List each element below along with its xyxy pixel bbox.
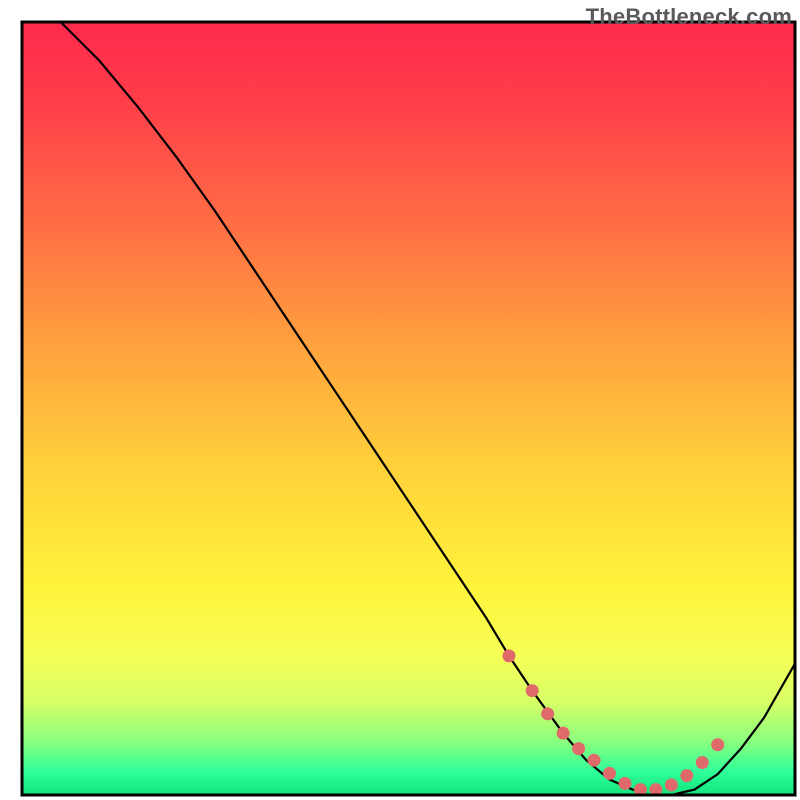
- plot-background: [22, 22, 795, 795]
- marker-dot: [680, 769, 693, 782]
- bottleneck-chart: [0, 0, 800, 800]
- marker-dot: [557, 727, 570, 740]
- marker-dot: [711, 738, 724, 751]
- watermark-text: TheBottleneck.com: [586, 4, 792, 30]
- marker-dot: [502, 649, 515, 662]
- marker-dot: [588, 754, 601, 767]
- marker-dot: [541, 707, 554, 720]
- marker-dot: [603, 767, 616, 780]
- chart-stage: TheBottleneck.com: [0, 0, 800, 800]
- marker-dot: [696, 756, 709, 769]
- marker-dot: [572, 742, 585, 755]
- marker-dot: [618, 777, 631, 790]
- marker-dot: [526, 684, 539, 697]
- marker-dot: [665, 778, 678, 791]
